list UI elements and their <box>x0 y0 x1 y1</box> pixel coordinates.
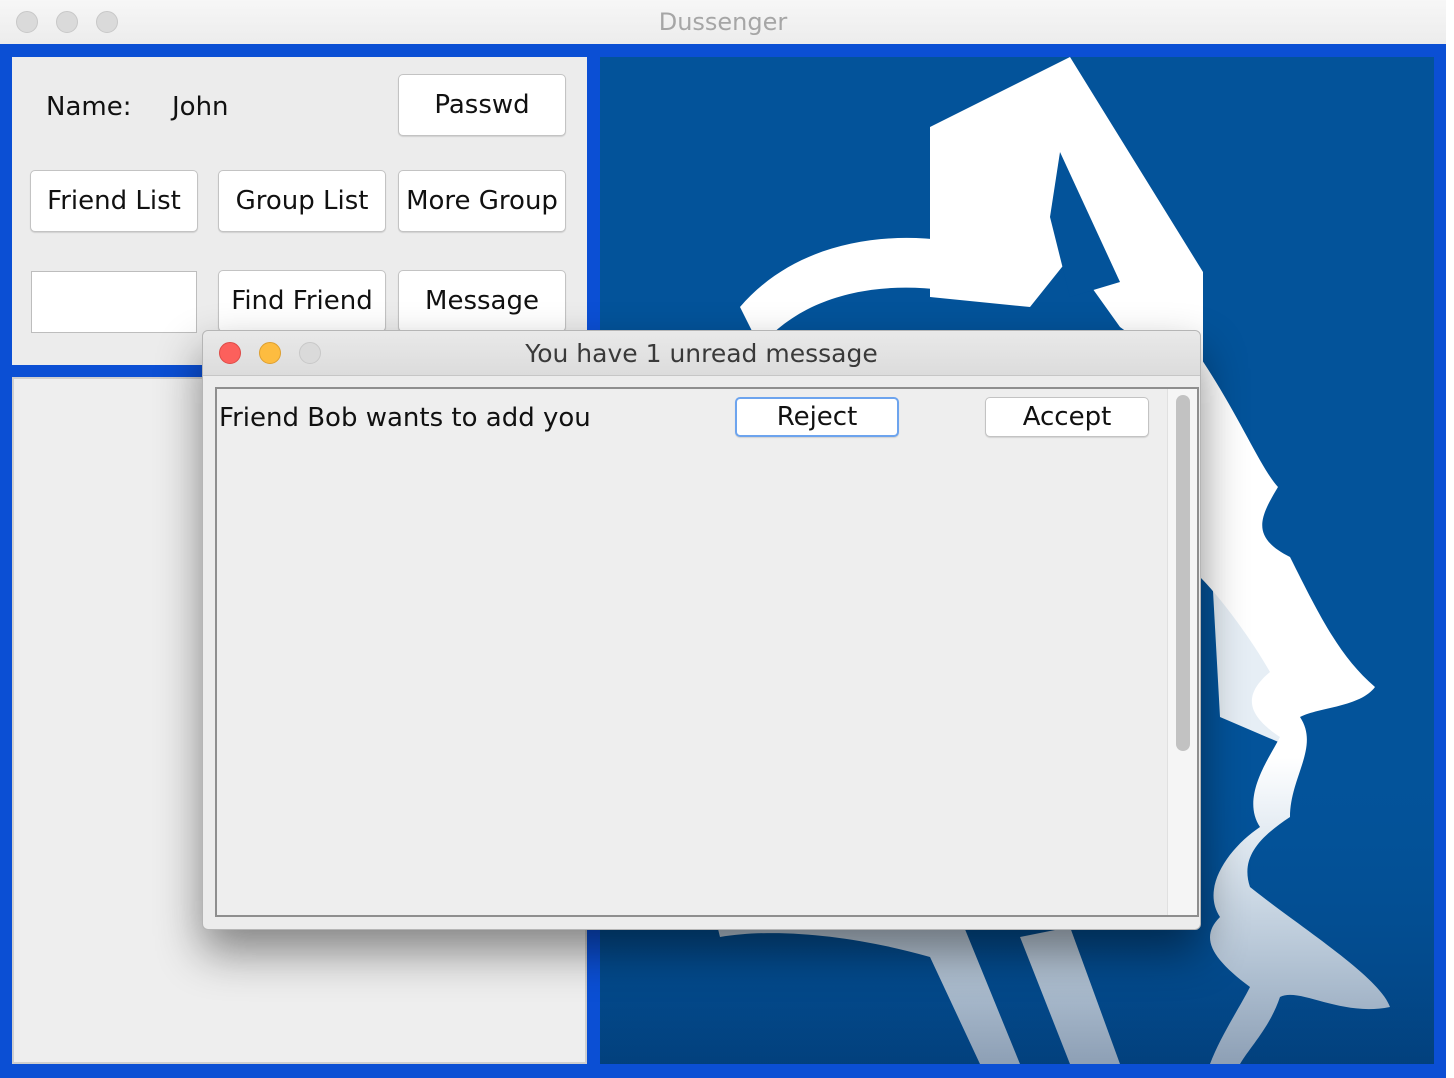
find-friend-button[interactable]: Find Friend <box>218 270 386 332</box>
search-friend-input[interactable] <box>31 271 197 333</box>
more-group-button[interactable]: More Group <box>398 170 566 232</box>
window-title: Dussenger <box>658 8 788 36</box>
group-list-button[interactable]: Group List <box>218 170 386 232</box>
main-titlebar[interactable]: Dussenger <box>0 0 1446 45</box>
name-value: John <box>172 92 229 122</box>
passwd-button[interactable]: Passwd <box>398 74 566 136</box>
unread-message-dialog: You have 1 unread message Friend Bob wan… <box>202 330 1201 930</box>
message-list[interactable]: Friend Bob wants to add you Reject Accep… <box>215 387 1199 917</box>
control-panel: Name: John Passwd Friend List Group List… <box>12 57 587 365</box>
dialog-title: You have 1 unread message <box>525 339 878 368</box>
friend-list-button[interactable]: Friend List <box>30 170 198 232</box>
name-label: Name: <box>46 92 132 122</box>
scrollbar[interactable] <box>1167 389 1197 915</box>
reject-button[interactable]: Reject <box>735 397 899 437</box>
message-text: Friend Bob wants to add you <box>219 403 591 433</box>
scrollbar-thumb[interactable] <box>1176 395 1190 751</box>
message-button[interactable]: Message <box>398 270 566 332</box>
list-item: Friend Bob wants to add you Reject Accep… <box>217 389 1165 451</box>
accept-button[interactable]: Accept <box>985 397 1149 437</box>
dialog-titlebar[interactable]: You have 1 unread message <box>203 331 1200 376</box>
